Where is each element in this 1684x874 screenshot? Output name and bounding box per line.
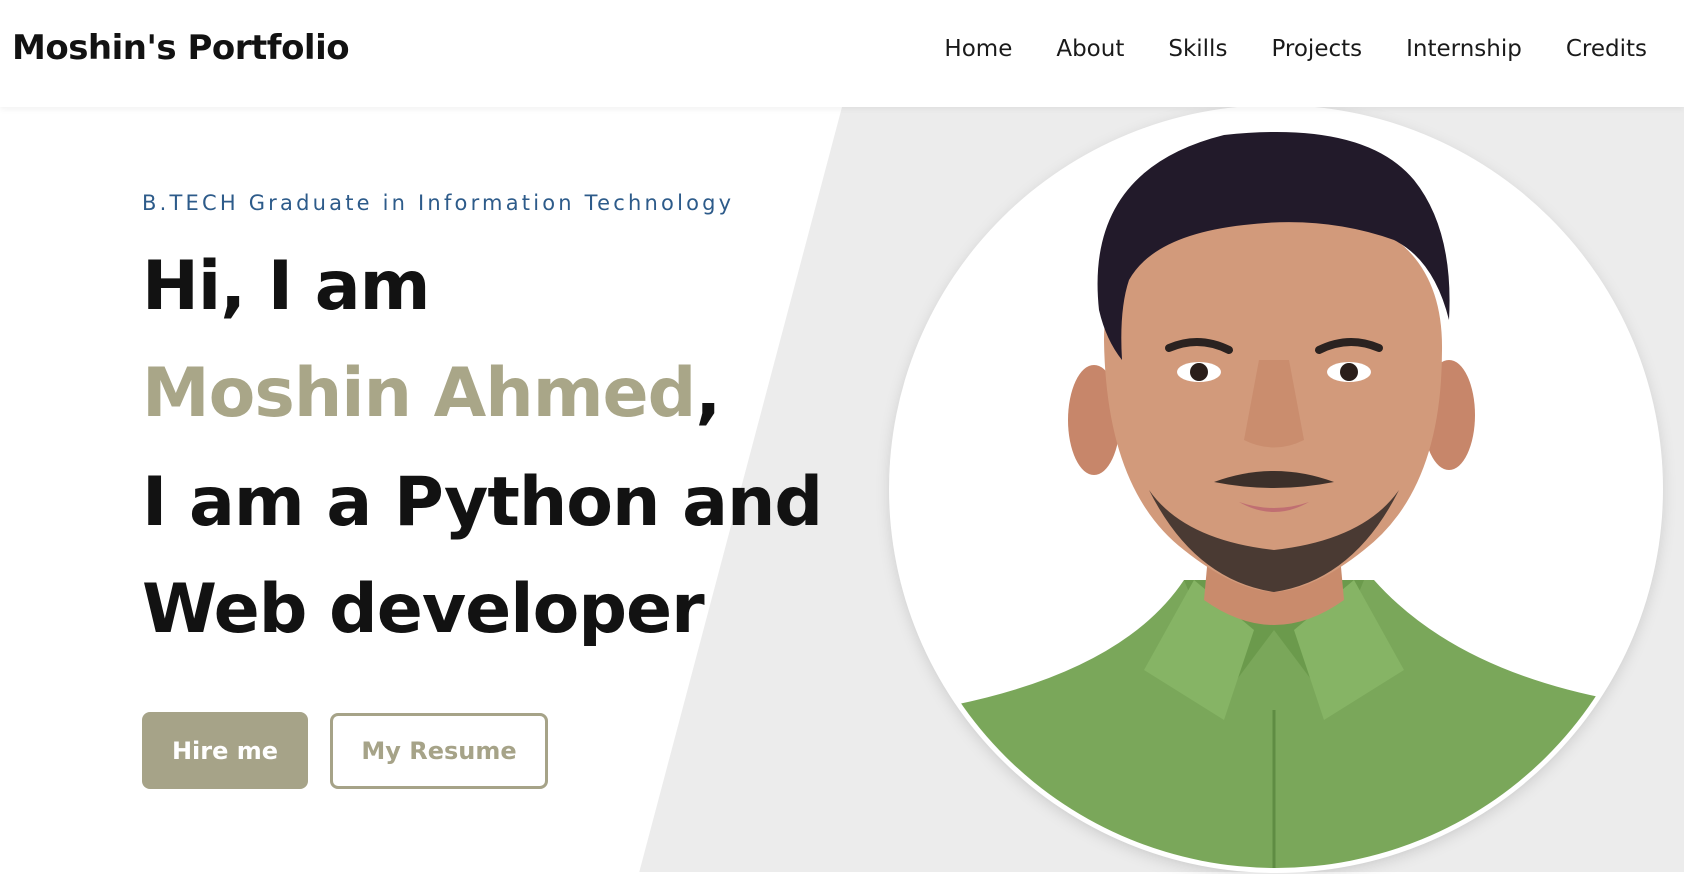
- nav-item-home[interactable]: Home: [944, 36, 1012, 62]
- nav-links: Home About Skills Projects Internship Cr…: [944, 36, 1647, 62]
- hero-role-line-2: Web developer: [142, 570, 705, 649]
- nav-item-about[interactable]: About: [1056, 36, 1124, 62]
- profile-photo-illustration: [894, 110, 1658, 868]
- hire-me-button[interactable]: Hire me: [142, 712, 308, 789]
- profile-photo: [894, 110, 1658, 868]
- top-navbar: Moshin's Portfolio Home About Skills Pro…: [0, 0, 1684, 107]
- nav-item-credits[interactable]: Credits: [1566, 36, 1647, 62]
- site-brand[interactable]: Moshin's Portfolio: [12, 28, 350, 68]
- nav-item-projects[interactable]: Projects: [1271, 36, 1362, 62]
- my-resume-button[interactable]: My Resume: [330, 713, 548, 789]
- hero-name-comma: ,: [695, 354, 721, 433]
- hero-name: Moshin Ahmed: [142, 354, 696, 433]
- hero-name-line: Moshin Ahmed,: [142, 360, 721, 428]
- hero-greeting: Hi, I am: [142, 247, 430, 326]
- nav-item-internship[interactable]: Internship: [1406, 36, 1522, 62]
- nav-item-skills[interactable]: Skills: [1168, 36, 1227, 62]
- hero-eyebrow: B.TECH Graduate in Information Technolog…: [142, 191, 735, 215]
- hero-role-line-1: I am a Python and: [142, 463, 823, 542]
